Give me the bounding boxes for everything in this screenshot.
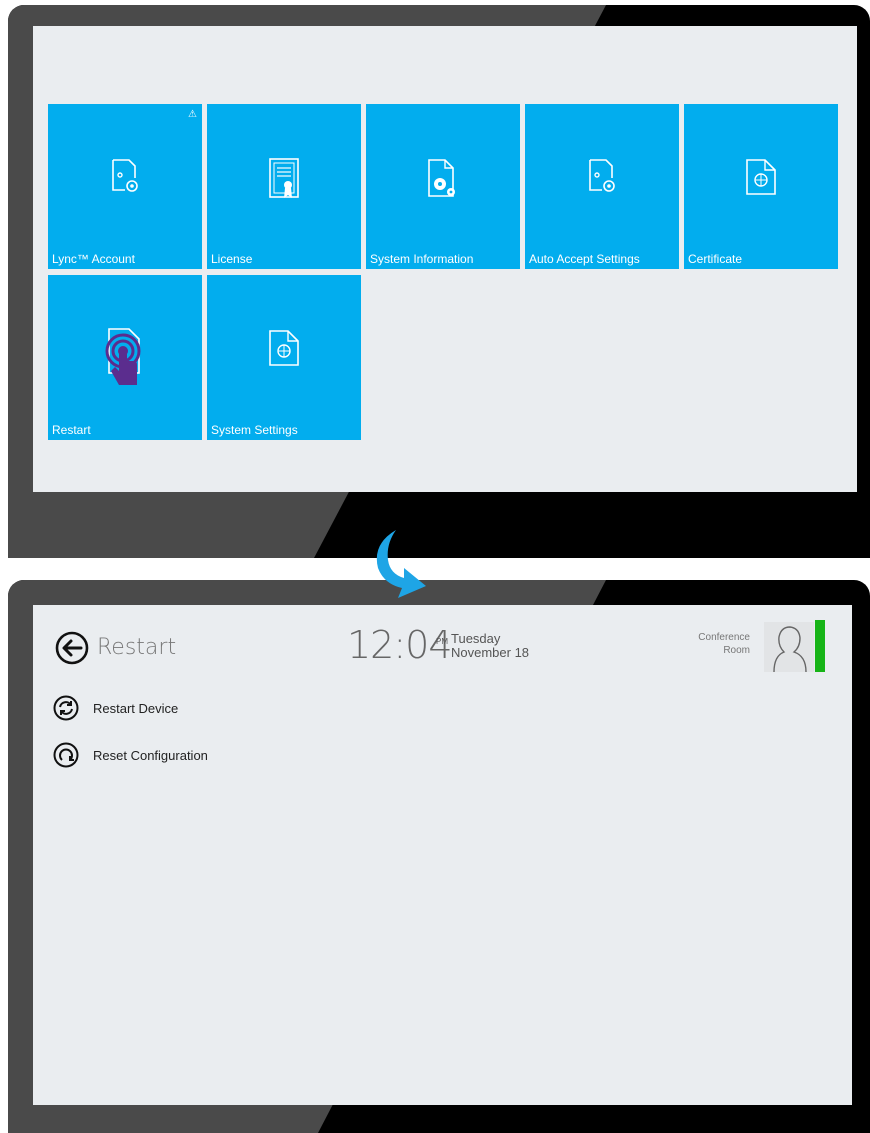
- back-arrow-icon[interactable]: [55, 631, 89, 670]
- tile-lync-account[interactable]: ⚠ Lync™ Account: [48, 104, 202, 269]
- tile-restart[interactable]: Restart: [48, 275, 202, 440]
- reset-configuration-item[interactable]: Reset Configuration: [53, 742, 208, 768]
- doc-globe-icon: [207, 327, 361, 374]
- avatar: [764, 622, 814, 673]
- tile-label: License: [211, 252, 253, 266]
- presence-status-bar: [815, 620, 825, 672]
- page-title: Restart: [97, 635, 177, 660]
- reset-circle-icon: [53, 742, 79, 768]
- refresh-circle-icon: [53, 695, 79, 721]
- room-line-1: Conference: [698, 632, 750, 643]
- doc-gears-icon: [366, 156, 520, 207]
- room-line-2: Room: [723, 645, 750, 656]
- doc-globe-icon: [684, 156, 838, 203]
- tile-system-information[interactable]: System Information: [366, 104, 520, 269]
- restart-doc-icon: [48, 327, 202, 402]
- tile-certificate[interactable]: Certificate: [684, 104, 838, 269]
- tile-label: System Settings: [211, 423, 298, 437]
- certificate-doc-icon: [207, 156, 361, 207]
- tile-label: Certificate: [688, 252, 743, 266]
- restart-device-item[interactable]: Restart Device: [53, 695, 178, 721]
- clock-ampm: PM: [436, 637, 448, 646]
- clock-day: Tuesday: [451, 631, 501, 646]
- settings-screen: ⚠ Lync™ Account License System Informati…: [33, 26, 857, 492]
- restart-screen: Restart 12:04 PM Tuesday November 18 Con…: [33, 605, 852, 1105]
- tile-label: Auto Accept Settings: [529, 252, 640, 266]
- top-device-frame: ⚠ Lync™ Account License System Informati…: [8, 5, 870, 558]
- tile-label: Lync™ Account: [52, 252, 135, 266]
- menu-label: Reset Configuration: [93, 747, 208, 763]
- tile-license[interactable]: License: [207, 104, 361, 269]
- tile-system-settings[interactable]: System Settings: [207, 275, 361, 440]
- bottom-device-frame: Restart 12:04 PM Tuesday November 18 Con…: [8, 580, 870, 1133]
- clock-month-day: November 18: [451, 645, 530, 660]
- doc-gear-icon: [525, 156, 679, 203]
- user-silhouette-icon: [773, 626, 807, 673]
- doc-gear-icon: [48, 156, 202, 203]
- room-name: Conference Room: [698, 631, 750, 657]
- tile-label: System Information: [370, 252, 474, 266]
- transition-arrow-icon: [376, 530, 426, 598]
- tile-label: Restart: [52, 423, 91, 437]
- menu-label: Restart Device: [93, 700, 179, 716]
- clock-date: Tuesday November 18: [451, 632, 529, 660]
- tile-auto-accept-settings[interactable]: Auto Accept Settings: [525, 104, 679, 269]
- warning-icon: ⚠: [188, 109, 197, 120]
